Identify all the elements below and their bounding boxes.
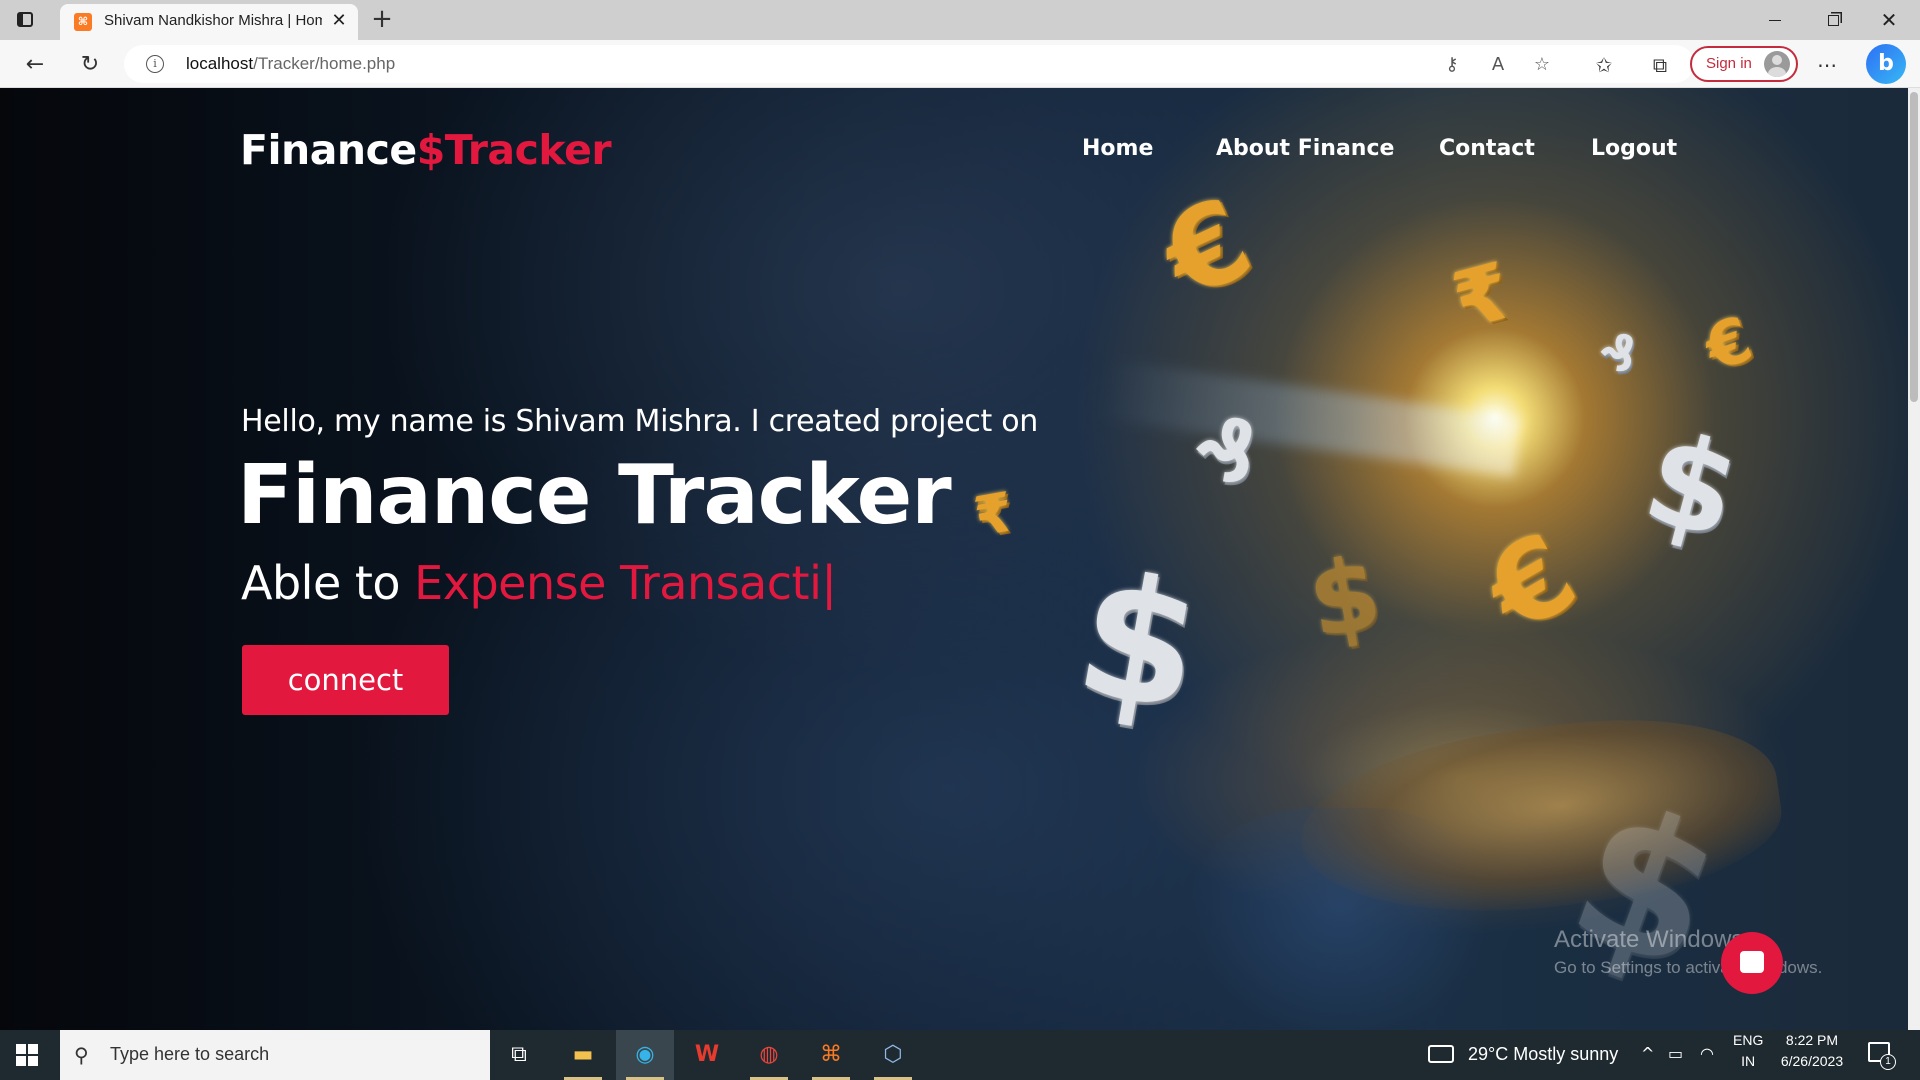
new-tab-icon[interactable]: +: [368, 6, 396, 34]
read-aloud-icon[interactable]: A: [1486, 53, 1510, 77]
url-host: localhost: [186, 54, 254, 73]
nav-about-finance-link[interactable]: About Finance: [1216, 136, 1394, 161]
back-arrow-icon[interactable]: ←: [20, 50, 50, 80]
close-window-button[interactable]: ✕: [1862, 0, 1916, 40]
able-prefix: Able to: [241, 556, 415, 610]
weather-news-icon: [1428, 1045, 1454, 1063]
chat-icon: [1740, 951, 1764, 973]
nav-contact-link[interactable]: Contact: [1439, 136, 1535, 161]
url-path: /Tracker/home.php: [253, 54, 396, 73]
edge-icon[interactable]: ◉: [616, 1030, 674, 1080]
show-hidden-icons-chevron-icon[interactable]: ^: [1641, 1044, 1654, 1063]
activate-windows-title: Activate Windows: [1554, 926, 1744, 953]
lang-code: ENG: [1733, 1032, 1764, 1048]
lang-region: IN: [1741, 1053, 1756, 1069]
taskbar-clock[interactable]: 8:22 PM 6/26/2023: [1776, 1030, 1848, 1080]
notification-count-badge: 1: [1880, 1054, 1896, 1070]
hero-section: € ₹ ₰ € ₰ ₹ $ € $ $ $ Finance$Tracker Ho…: [0, 88, 1908, 1030]
restore-window-button[interactable]: [1806, 0, 1860, 40]
typed-text: Expense Transacti: [414, 556, 822, 610]
page-scrollbar[interactable]: [1908, 88, 1920, 1030]
dollar-coin-large-icon: $: [1630, 403, 1754, 568]
dollar-coin-silver-icon: $: [1063, 535, 1215, 751]
sign-in-button[interactable]: Sign in: [1690, 46, 1798, 82]
address-bar[interactable]: i localhost/Tracker/home.php ⚷ A ☆: [124, 45, 1694, 83]
windows-start-icon[interactable]: [16, 1044, 38, 1066]
profile-avatar-icon: [1764, 51, 1790, 77]
xampp-favicon-icon: ⌘: [74, 13, 92, 31]
browser-tab-bar: ⌘ Shivam Nandkishor Mishra | Hom ✕ + ✕: [0, 0, 1920, 40]
nav-home-link[interactable]: Home: [1082, 136, 1153, 161]
logo-part2: $Tracker: [416, 126, 612, 174]
virtualbox-icon[interactable]: ⬡: [864, 1030, 922, 1080]
clock-time: 8:22 PM: [1785, 1032, 1839, 1048]
windows-taskbar: ⚲ Type here to search ⧉ ▬ ◉ W ◍ ⌘ ⬡ 29°C…: [0, 1030, 1920, 1080]
euro-coin-large-icon: €: [1466, 508, 1597, 658]
chat-bubble-button[interactable]: [1721, 932, 1783, 994]
tab-close-icon[interactable]: ✕: [328, 10, 350, 32]
minimize-window-button[interactable]: [1748, 0, 1802, 40]
site-logo[interactable]: Finance$Tracker: [240, 126, 612, 174]
search-icon: ⚲: [74, 1043, 89, 1067]
tab-title: Shivam Nandkishor Mishra | Hom: [104, 12, 322, 29]
browser-tab-active[interactable]: ⌘ Shivam Nandkishor Mishra | Hom ✕: [60, 4, 358, 40]
weather-text: 29°C Mostly sunny: [1468, 1044, 1619, 1064]
hero-title: Finance Tracker: [237, 448, 952, 543]
euro-coin-icon: €: [1144, 173, 1270, 325]
nav-logout-link[interactable]: Logout: [1591, 136, 1677, 161]
file-explorer-icon[interactable]: ▬: [554, 1030, 612, 1080]
task-view-icon[interactable]: ⧉: [490, 1030, 548, 1080]
dollar-coin-blurred-icon: $: [1300, 533, 1390, 662]
more-options-icon[interactable]: ⋯: [1812, 50, 1842, 80]
add-favorite-icon[interactable]: ☆: [1530, 53, 1554, 77]
reload-icon[interactable]: ↻: [75, 50, 105, 80]
rupee-coin-small-icon: ₹: [969, 480, 1018, 549]
collections-icon[interactable]: ⧉: [1645, 50, 1675, 80]
key-icon[interactable]: ⚷: [1440, 53, 1464, 77]
taskbar-search-box[interactable]: ⚲ Type here to search: [60, 1030, 490, 1080]
battery-icon[interactable]: ▭: [1668, 1044, 1683, 1063]
clock-date: 6/26/2023: [1780, 1053, 1844, 1069]
euro-coin-small-icon: €: [1695, 301, 1762, 386]
light-beam: [1097, 359, 1523, 477]
wps-office-icon[interactable]: W: [678, 1030, 736, 1080]
tab-actions-icon[interactable]: [14, 9, 36, 31]
rupee-coin-icon: ₹: [1444, 246, 1521, 348]
address-url[interactable]: localhost/Tracker/home.php: [186, 54, 395, 74]
connect-button[interactable]: connect: [242, 645, 449, 715]
sign-coin-icon: ₰: [1595, 321, 1640, 385]
typing-caret: |: [821, 556, 837, 610]
scrollbar-thumb[interactable]: [1910, 92, 1918, 402]
xampp-icon[interactable]: ⌘: [802, 1030, 860, 1080]
language-indicator[interactable]: ENG IN: [1733, 1030, 1763, 1080]
logo-part1: Finance: [240, 126, 417, 174]
sign-in-label: Sign in: [1706, 55, 1752, 72]
bing-copilot-icon[interactable]: b: [1866, 44, 1906, 84]
hero-typing-line: Able to Expense Transacti|: [241, 556, 837, 610]
wifi-icon[interactable]: ◠: [1700, 1044, 1714, 1063]
site-info-icon[interactable]: i: [146, 55, 164, 73]
favorites-icon[interactable]: ✩: [1589, 50, 1619, 80]
browser-toolbar: ← ↻ i localhost/Tracker/home.php ⚷ A ☆ ✩…: [0, 40, 1920, 88]
chrome-icon[interactable]: ◍: [740, 1030, 798, 1080]
search-placeholder: Type here to search: [110, 1044, 270, 1064]
hero-intro-text: Hello, my name is Shivam Mishra. I creat…: [241, 404, 1039, 439]
